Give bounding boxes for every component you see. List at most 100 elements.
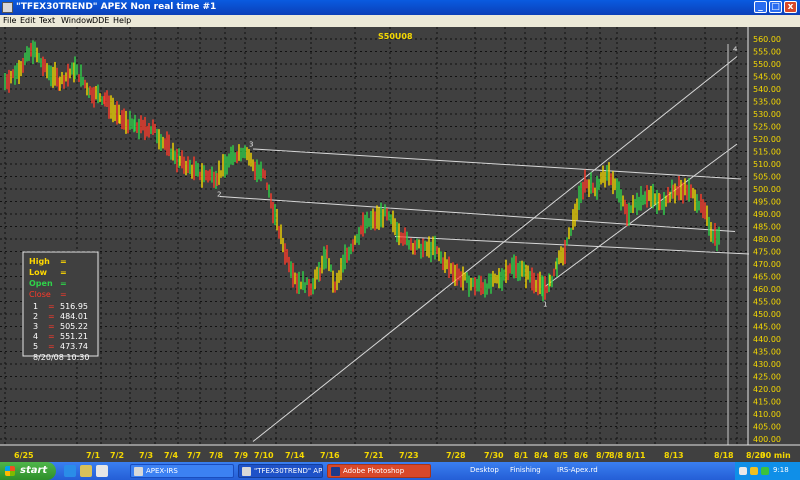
x-tick-label: 8/8 — [609, 451, 623, 460]
photoshop-icon — [331, 467, 340, 476]
close-button[interactable]: x — [784, 1, 797, 13]
legend-point-3-value: 505.22 — [60, 322, 88, 331]
y-tick-label: 510.00 — [753, 160, 781, 169]
legend-point-5-value: 473.74 — [60, 342, 88, 351]
y-tick-label: 415.00 — [753, 398, 781, 407]
menu-edit[interactable]: Edit — [20, 16, 36, 25]
taskbar: start APEX-IRS "TFEX30TREND" APE... Adob… — [0, 462, 800, 480]
y-tick-label: 485.00 — [753, 223, 781, 232]
y-tick-label: 435.00 — [753, 348, 781, 357]
taskbar-item-photoshop[interactable]: Adobe Photoshop — [327, 464, 431, 478]
y-tick-label: 545.00 — [753, 73, 781, 82]
x-tick-label: 7/21 — [364, 451, 384, 460]
y-tick-label: 530.00 — [753, 110, 781, 119]
menu-help[interactable]: Help — [113, 16, 131, 25]
menu-bar: File Edit Text Window DDE Help — [0, 15, 800, 27]
taskbar-item-label: Adobe Photoshop — [343, 467, 405, 475]
y-tick-label: 430.00 — [753, 360, 781, 369]
y-tick-label: 440.00 — [753, 335, 781, 344]
y-tick-label: 500.00 — [753, 185, 781, 194]
x-tick-label: 7/7 — [187, 451, 201, 460]
y-tick-label: 550.00 — [753, 60, 781, 69]
menu-file[interactable]: File — [3, 16, 16, 25]
legend-point-5-index: 5 — [33, 342, 38, 351]
tray-volume-icon[interactable] — [750, 467, 758, 475]
y-tick-label: 540.00 — [753, 85, 781, 94]
x-tick-label: 7/1 — [86, 451, 100, 460]
legend-high-label: High — [29, 257, 50, 266]
legend-point-3-eq: = — [48, 322, 55, 331]
y-tick-label: 425.00 — [753, 373, 781, 382]
legend-point-4-eq: = — [48, 332, 55, 341]
menu-window[interactable]: Window — [61, 16, 93, 25]
x-tick-label: 7/23 — [399, 451, 419, 460]
legend-point-1-eq: = — [48, 302, 55, 311]
legend-point-5-eq: = — [48, 342, 55, 351]
legend-low-eq: = — [60, 268, 67, 277]
x-tick-label: 8/5 — [554, 451, 568, 460]
y-tick-label: 520.00 — [753, 135, 781, 144]
maximize-button[interactable]: □ — [769, 1, 782, 13]
toolbar-desktop-label[interactable]: Desktop — [470, 466, 499, 474]
y-tick-label: 560.00 — [753, 35, 781, 44]
legend-box: High = Low = Open = Close = 1 = 516.95 2… — [22, 251, 99, 362]
legend-high-eq: = — [60, 257, 67, 266]
x-tick-label: 8/18 — [714, 451, 734, 460]
x-tick-label: 7/8 — [209, 451, 223, 460]
y-tick-label: 460.00 — [753, 285, 781, 294]
start-button[interactable]: start — [0, 462, 56, 480]
y-tick-label: 450.00 — [753, 310, 781, 319]
y-tick-label: 555.00 — [753, 48, 781, 57]
apex-app-icon — [134, 467, 143, 476]
minimize-button[interactable]: _ — [754, 1, 767, 13]
x-tick-label: 7/2 — [110, 451, 124, 460]
tray-security-icon[interactable] — [761, 467, 769, 475]
wave-label: 2 — [217, 191, 221, 199]
x-tick-label: 7/10 — [254, 451, 274, 460]
price-chart[interactable]: 3214 400.00405.00410.00415.00420.00425.0… — [0, 27, 800, 463]
toolbar-finishing-label[interactable]: Finishing — [510, 466, 541, 474]
chart-title: S50U08 — [378, 32, 413, 41]
x-tick-label: 7/14 — [285, 451, 305, 460]
legend-point-1-value: 516.95 — [60, 302, 88, 311]
x-tick-label: 8/11 — [626, 451, 646, 460]
legend-point-2-value: 484.01 — [60, 312, 88, 321]
y-tick-label: 445.00 — [753, 323, 781, 332]
x-tick-label: 7/28 — [446, 451, 466, 460]
y-tick-label: 480.00 — [753, 235, 781, 244]
x-tick-label: 7/30 — [484, 451, 504, 460]
x-tick-label: 8/13 — [664, 451, 684, 460]
y-tick-label: 465.00 — [753, 273, 781, 282]
x-tick-label: 8/1 — [514, 451, 528, 460]
legend-open-label: Open — [29, 279, 53, 288]
legend-point-3-index: 3 — [33, 322, 38, 331]
y-tick-label: 405.00 — [753, 423, 781, 432]
legend-close-eq: = — [60, 290, 67, 299]
system-tray: 9:18 — [735, 462, 800, 480]
menu-dde[interactable]: DDE — [92, 16, 109, 25]
legend-point-4-value: 551.21 — [60, 332, 88, 341]
wave-label: 1 — [543, 301, 547, 309]
taskbar-item-apex-irs[interactable]: APEX-IRS — [130, 464, 234, 478]
y-tick-label: 505.00 — [753, 173, 781, 182]
y-tick-label: 455.00 — [753, 298, 781, 307]
y-tick-label: 495.00 — [753, 198, 781, 207]
tray-network-icon[interactable] — [739, 467, 747, 475]
x-tick-label: 6/25 — [14, 451, 34, 460]
menu-text[interactable]: Text — [39, 16, 55, 25]
y-tick-label: 475.00 — [753, 248, 781, 257]
taskbar-item-tfex-chart[interactable]: "TFEX30TREND" APE... — [238, 464, 323, 478]
window-title-bar[interactable]: "TFEX30TREND" APEX Non real time #1 _ □ … — [0, 0, 800, 15]
toolbar-irs-label[interactable]: IRS-Apex.rd — [557, 466, 598, 474]
x-tick-label: 8/6 — [574, 451, 588, 460]
quicklaunch-folder-icon[interactable] — [80, 465, 92, 477]
y-tick-label: 420.00 — [753, 385, 781, 394]
chart-window[interactable]: 3214 400.00 405.00 410.00 415.00 420.00 425.0… — [0, 27, 800, 463]
windows-flag-icon — [5, 466, 15, 476]
chart-app-icon — [242, 467, 251, 476]
quicklaunch-ie-icon[interactable] — [64, 465, 76, 477]
x-tick-label: 8/7 — [596, 451, 610, 460]
clock: 9:18 — [773, 466, 789, 474]
quicklaunch-desktop-icon[interactable] — [96, 465, 108, 477]
legend-point-2-index: 2 — [33, 312, 38, 321]
